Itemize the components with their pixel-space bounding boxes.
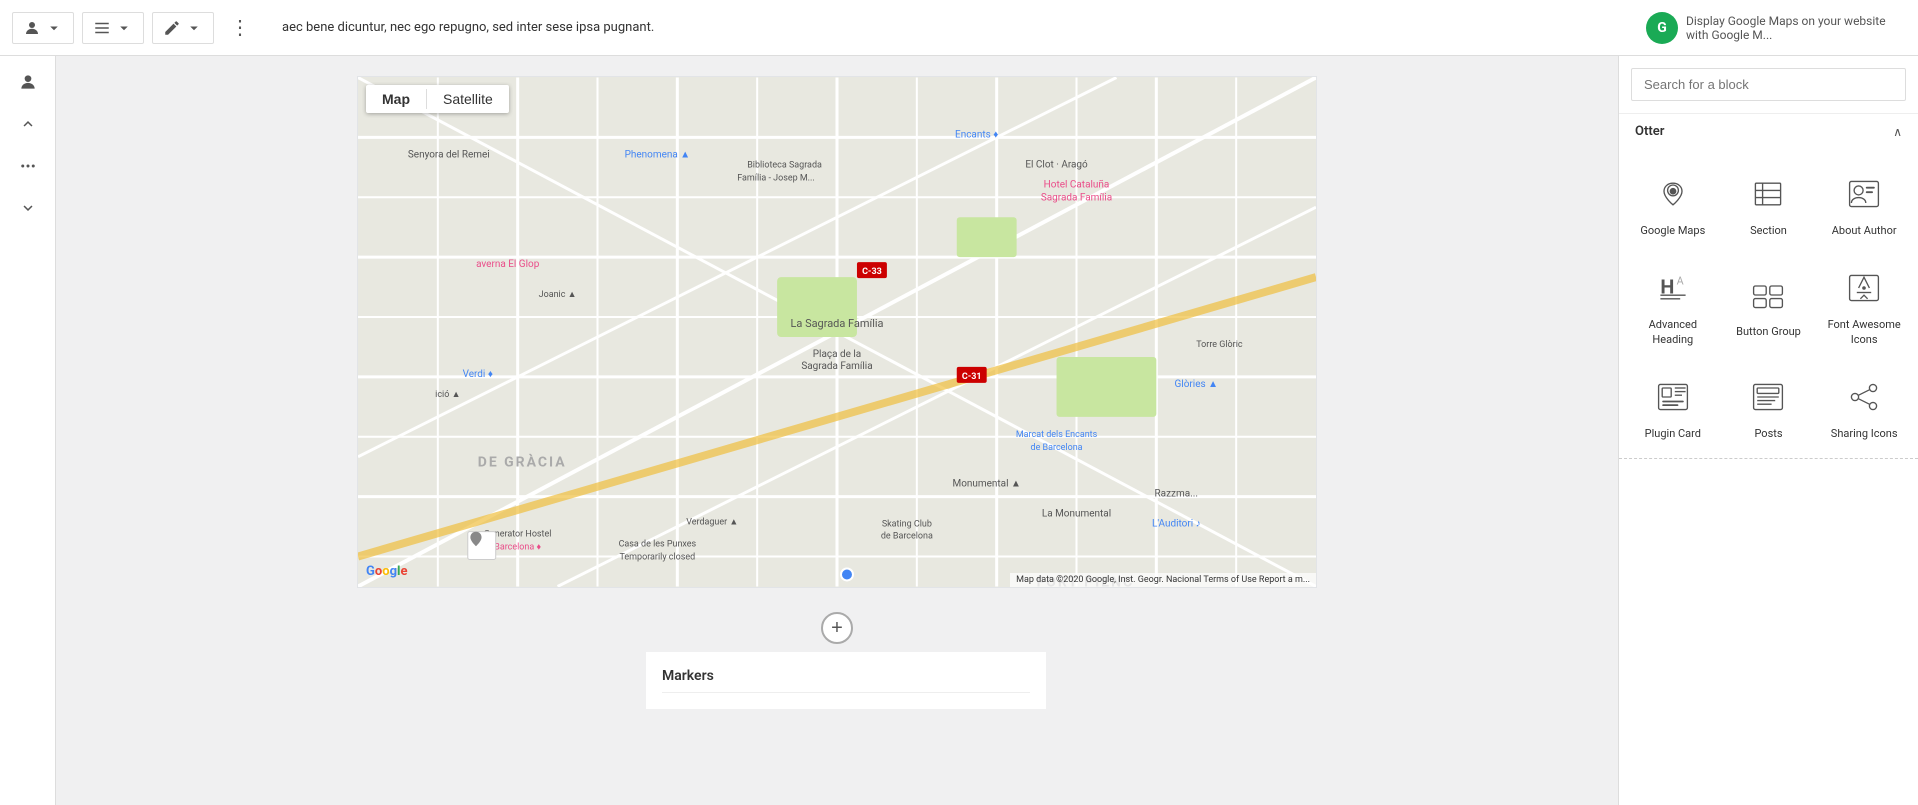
add-block-button[interactable]: + bbox=[821, 612, 853, 644]
sidebar-scroll-up-btn[interactable] bbox=[10, 106, 46, 142]
svg-text:Sagrada Família: Sagrada Família bbox=[1041, 192, 1112, 203]
toolbar-text: aec bene dicuntur, nec ego repugno, sed … bbox=[266, 20, 1638, 35]
block-search-input[interactable] bbox=[1631, 68, 1906, 101]
sharing-icons-label: Sharing Icons bbox=[1831, 427, 1898, 441]
svg-text:Hotel Cataluña: Hotel Cataluña bbox=[1044, 179, 1110, 190]
markers-section: Markers bbox=[646, 652, 1046, 709]
map-attribution: Map data ©2020 Google, Inst. Geogr. Naci… bbox=[1010, 573, 1316, 587]
satellite-btn[interactable]: Satellite bbox=[427, 85, 509, 113]
svg-text:Marcat dels Encants: Marcat dels Encants bbox=[1016, 430, 1098, 440]
font-awesome-icon bbox=[1840, 264, 1888, 312]
posts-label: Posts bbox=[1754, 427, 1782, 441]
svg-text:Skating Club: Skating Club bbox=[882, 520, 932, 530]
svg-text:C-31: C-31 bbox=[962, 372, 982, 382]
sidebar-person-btn[interactable] bbox=[10, 64, 46, 100]
block-item-plugin-card[interactable]: Plugin Card bbox=[1627, 360, 1719, 450]
user-avatar[interactable]: G bbox=[1646, 12, 1678, 44]
svg-text:Monumental ▲: Monumental ▲ bbox=[953, 479, 1021, 490]
right-panel: Otter ∧ Google Maps bbox=[1618, 56, 1918, 805]
panel-search-area bbox=[1619, 56, 1918, 114]
svg-text:Plaça de la: Plaça de la bbox=[813, 349, 861, 360]
pen-toolbar-btn[interactable] bbox=[152, 12, 214, 44]
svg-text:DE GRÀCIA: DE GRÀCIA bbox=[478, 453, 567, 471]
svg-text:de Barcelona: de Barcelona bbox=[1031, 443, 1083, 453]
svg-text:ició ▲: ició ▲ bbox=[435, 390, 460, 400]
blocks-grid: Google Maps Section bbox=[1619, 149, 1918, 458]
sharing-icons-icon bbox=[1840, 373, 1888, 421]
svg-text:El Clot · Aragó: El Clot · Aragó bbox=[1025, 159, 1088, 170]
block-item-about-author[interactable]: About Author bbox=[1818, 157, 1910, 247]
svg-text:Phenomena ▲: Phenomena ▲ bbox=[625, 149, 691, 160]
svg-text:Razzma...: Razzma... bbox=[1155, 489, 1199, 500]
otter-section-header[interactable]: Otter ∧ bbox=[1619, 114, 1918, 149]
block-item-section[interactable]: Section bbox=[1723, 157, 1815, 247]
toolbar-right: G Display Google Maps on your website wi… bbox=[1646, 12, 1906, 44]
markers-title: Markers bbox=[662, 668, 1030, 693]
map-btn[interactable]: Map bbox=[366, 85, 426, 113]
editor-area: C-33 C-31 La Sagrada Família Plaça de la… bbox=[56, 56, 1618, 805]
google-maps-label: Google Maps bbox=[1640, 224, 1705, 238]
svg-text:La Sagrada Família: La Sagrada Família bbox=[790, 317, 883, 330]
map-svg: C-33 C-31 La Sagrada Família Plaça de la… bbox=[358, 77, 1316, 587]
map-block: C-33 C-31 La Sagrada Família Plaça de la… bbox=[357, 76, 1317, 588]
section-icon bbox=[1744, 170, 1792, 218]
block-item-button-group[interactable]: Button Group bbox=[1723, 251, 1815, 356]
posts-icon bbox=[1744, 373, 1792, 421]
plugin-card-icon bbox=[1649, 373, 1697, 421]
about-author-icon bbox=[1840, 170, 1888, 218]
toolbar: ⋮ aec bene dicuntur, nec ego repugno, se… bbox=[0, 0, 1918, 56]
otter-section-title: Otter bbox=[1635, 124, 1664, 139]
button-group-icon bbox=[1744, 271, 1792, 319]
block-description: Display Google Maps on your website with… bbox=[1686, 14, 1906, 42]
google-maps-icon bbox=[1649, 170, 1697, 218]
kebab-menu-btn[interactable]: ⋮ bbox=[222, 11, 258, 44]
svg-text:Torre Glòric: Torre Glòric bbox=[1196, 340, 1243, 350]
advanced-heading-icon: H A bbox=[1649, 264, 1697, 312]
svg-text:La Monumental: La Monumental bbox=[1042, 509, 1111, 520]
svg-text:A: A bbox=[1676, 275, 1683, 288]
svg-text:Casa de les Punxes: Casa de les Punxes bbox=[619, 540, 697, 550]
svg-text:Senyora del Remei: Senyora del Remei bbox=[408, 149, 490, 160]
sidebar-dots-btn[interactable] bbox=[10, 148, 46, 184]
svg-text:Glòries ▲: Glòries ▲ bbox=[1175, 379, 1218, 390]
otter-section: Otter ∧ Google Maps bbox=[1619, 114, 1918, 459]
list-toolbar-btn[interactable] bbox=[82, 12, 144, 44]
svg-text:Verdi ♦: Verdi ♦ bbox=[463, 369, 493, 380]
svg-text:averna El Glop: averna El Glop bbox=[476, 259, 540, 270]
button-group-label: Button Group bbox=[1736, 325, 1801, 339]
svg-text:Encants ♦: Encants ♦ bbox=[955, 129, 998, 140]
svg-text:Temporarily closed: Temporarily closed bbox=[620, 553, 696, 563]
block-item-posts[interactable]: Posts bbox=[1723, 360, 1815, 450]
otter-chevron: ∧ bbox=[1893, 125, 1902, 139]
block-item-google-maps[interactable]: Google Maps bbox=[1627, 157, 1719, 247]
svg-text:C-33: C-33 bbox=[862, 267, 882, 277]
main-area: C-33 C-31 La Sagrada Família Plaça de la… bbox=[0, 56, 1918, 805]
person-toolbar-btn[interactable] bbox=[12, 12, 74, 44]
sidebar-scroll-down-btn[interactable] bbox=[10, 190, 46, 226]
advanced-heading-label: Advanced Heading bbox=[1632, 318, 1714, 347]
svg-text:Família - Josep M...: Família - Josep M... bbox=[737, 173, 815, 183]
svg-text:Verdaguer ▲: Verdaguer ▲ bbox=[686, 518, 738, 528]
svg-text:Biblioteca Sagrada: Biblioteca Sagrada bbox=[747, 160, 822, 170]
block-item-advanced-heading[interactable]: H A Advanced Heading bbox=[1627, 251, 1719, 356]
google-logo: Google bbox=[366, 564, 407, 579]
svg-text:Barcelona ♦: Barcelona ♦ bbox=[494, 543, 541, 553]
svg-text:de Barcelona: de Barcelona bbox=[881, 532, 933, 542]
svg-text:L'Auditori ♪: L'Auditori ♪ bbox=[1152, 519, 1201, 530]
left-sidebar bbox=[0, 56, 56, 805]
svg-text:Joanic ▲: Joanic ▲ bbox=[539, 290, 577, 300]
block-item-sharing-icons[interactable]: Sharing Icons bbox=[1818, 360, 1910, 450]
about-author-label: About Author bbox=[1832, 224, 1897, 238]
block-item-font-awesome[interactable]: Font Awesome Icons bbox=[1818, 251, 1910, 356]
svg-text:Sagrada Família: Sagrada Família bbox=[801, 361, 872, 372]
map-type-controls: Map Satellite bbox=[366, 85, 509, 113]
plugin-card-label: Plugin Card bbox=[1645, 427, 1701, 441]
map-container[interactable]: C-33 C-31 La Sagrada Família Plaça de la… bbox=[358, 77, 1316, 587]
section-label: Section bbox=[1750, 224, 1787, 238]
font-awesome-label: Font Awesome Icons bbox=[1823, 318, 1905, 347]
